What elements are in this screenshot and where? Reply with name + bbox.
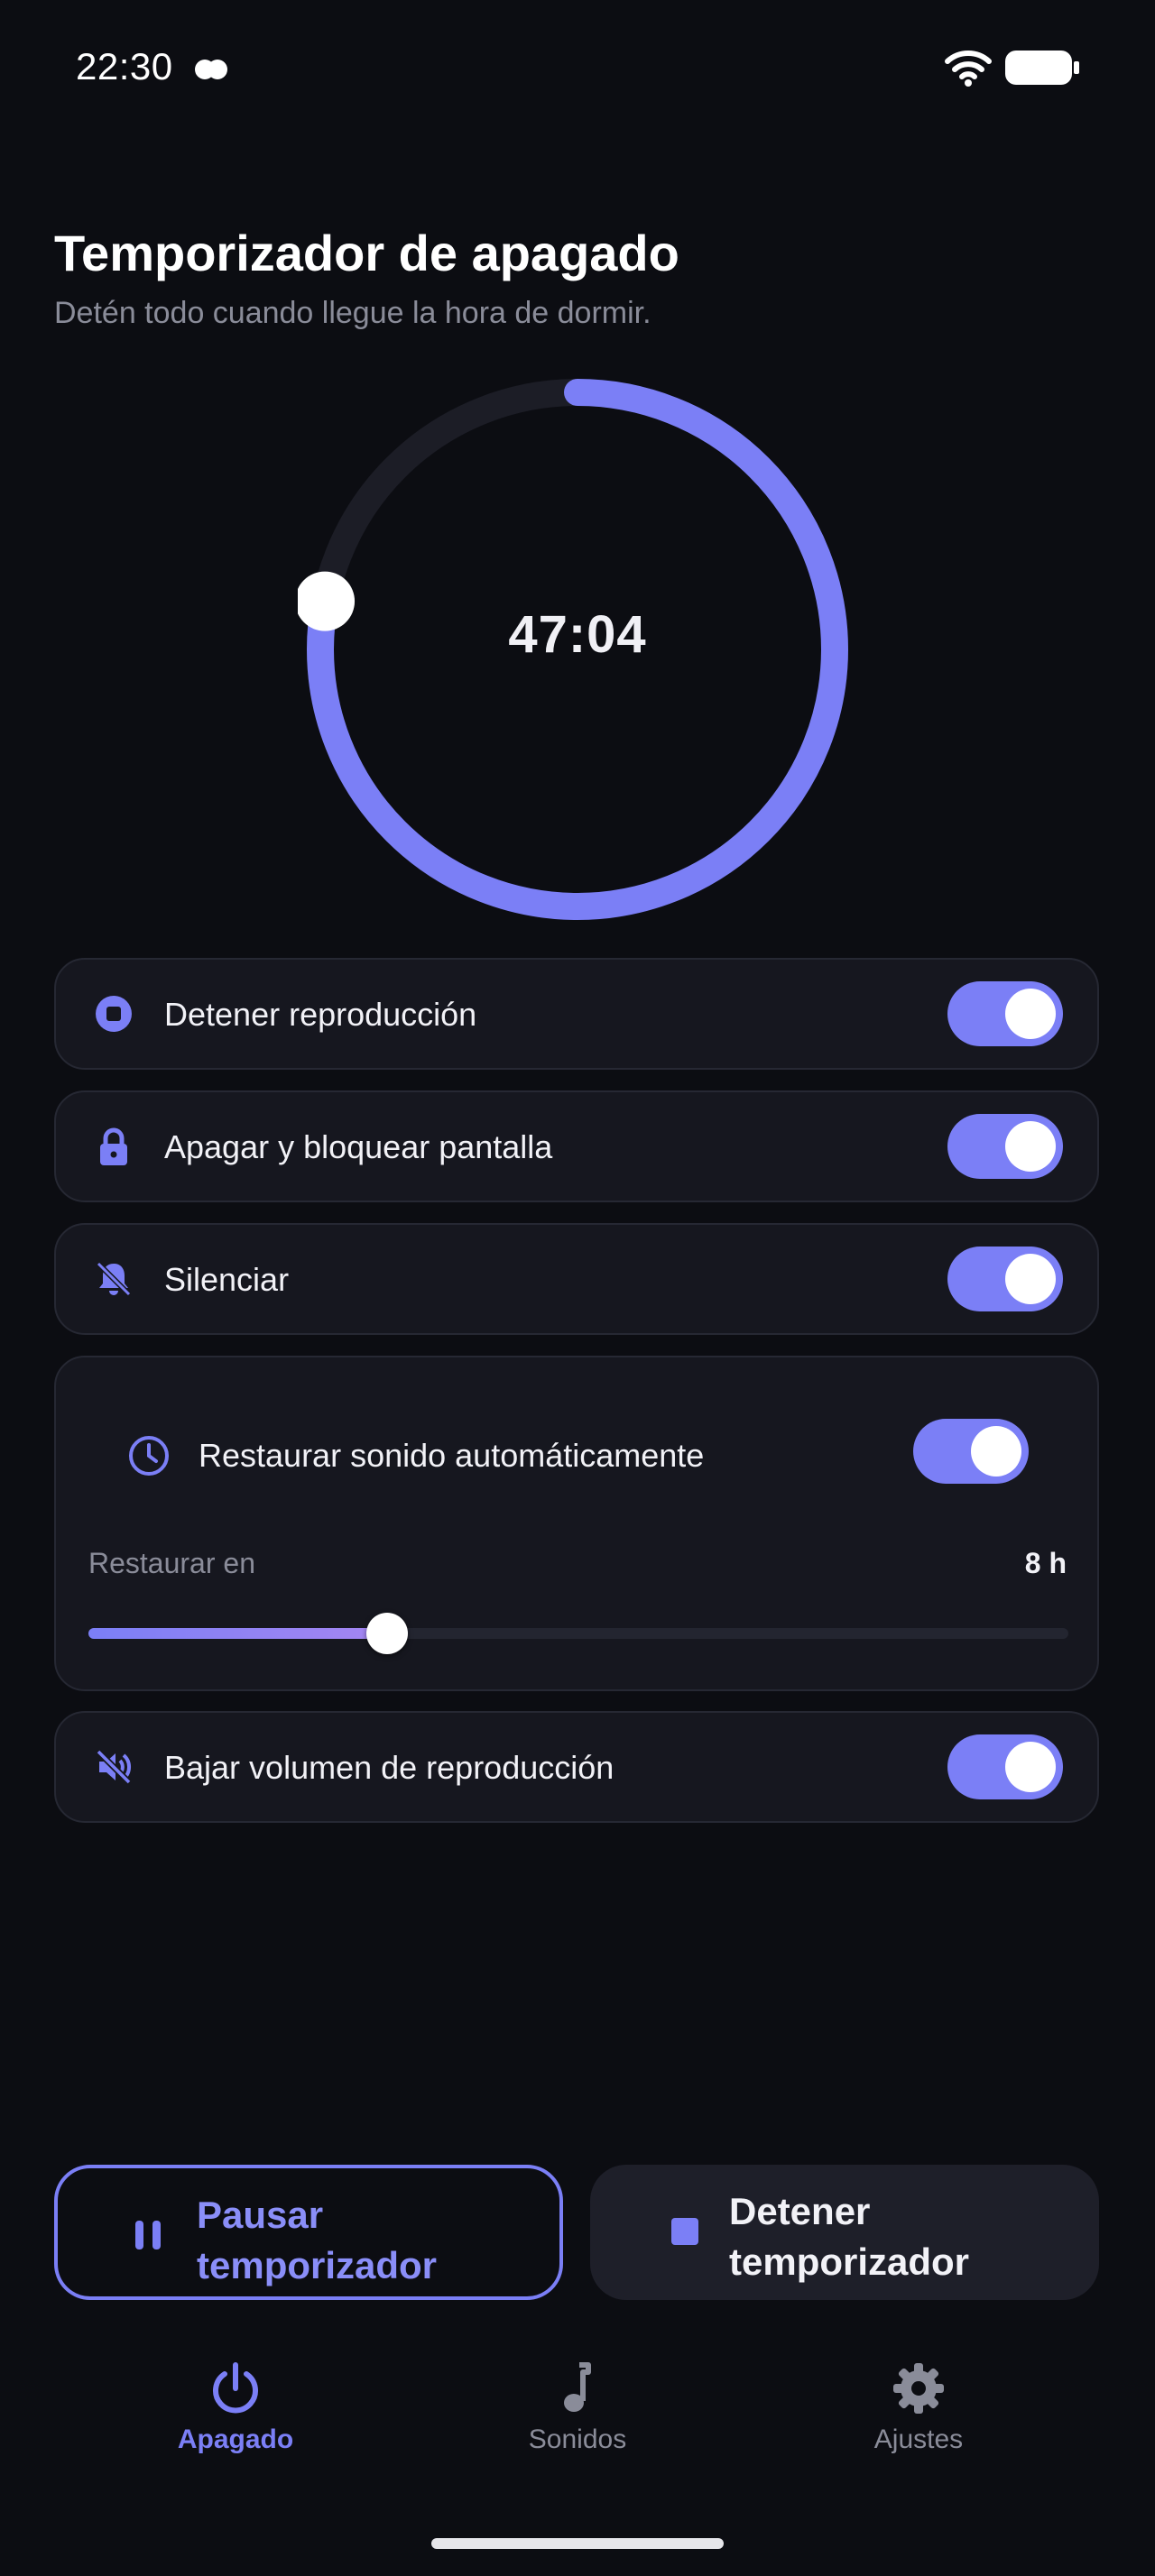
nav-item-apagado[interactable]: Apagado [127,2360,344,2468]
timer-remaining: 47:04 [508,605,647,664]
page-subtitle: Detén todo cuando llegue la hora de dorm… [54,296,651,330]
nav-label: Sonidos [528,2424,627,2454]
power-icon [213,2362,258,2414]
nav-label: Ajustes [873,2424,964,2454]
toggle-knob [971,1426,1021,1477]
battery-icon [1005,51,1079,85]
lock-icon [100,1127,127,1165]
restore-in-value: 8 h [1024,1547,1067,1579]
nav-label: Apagado [177,2424,294,2454]
bell-off-icon [96,1261,132,1297]
volume-off-icon [96,1749,132,1785]
status-bar: 22:30 [0,0,1155,135]
toggle-knob [1005,1121,1056,1172]
stop-circle-icon [96,996,132,1032]
toggle-knob [1005,989,1056,1039]
pause-timer-label: Pausar temporizador [197,2194,438,2286]
pause-icon [135,2221,161,2249]
pause-timer-button[interactable]: Pausar temporizador [54,2165,563,2300]
lock-screen-toggle[interactable] [947,1114,1063,1179]
slider-fill [88,1628,388,1639]
option-label: Apagar y bloquear pantalla [164,1128,553,1165]
slider-thumb[interactable] [366,1613,409,1654]
status-time: 22:30 [76,45,173,87]
toggle-knob [1005,1742,1056,1792]
stop-playback-toggle[interactable] [947,981,1063,1046]
silence-toggle[interactable] [947,1247,1063,1311]
page-title: Temporizador de apagado [54,225,679,281]
option-stop-playback[interactable]: Detener reproducción [54,958,1099,1070]
gear-icon [893,2363,944,2414]
restore-slider[interactable] [88,1613,1068,1654]
option-auto-restore: Restaurar sonido automáticamente Restaur… [54,1356,1099,1691]
notification-dots-icon [195,60,227,79]
option-label: Silenciar [164,1261,290,1298]
toggle-knob [1005,1254,1056,1304]
music-note-icon [564,2362,591,2412]
nav-item-sonidos[interactable]: Sonidos [469,2360,686,2468]
wifi-icon [945,51,992,87]
option-silence[interactable]: Silenciar [54,1223,1099,1335]
restore-in-label: Restaurar en [88,1547,255,1579]
stop-timer-label: Detener temporizador [729,2190,970,2283]
option-label: Detener reproducción [164,996,477,1033]
auto-restore-label: Restaurar sonido automáticamente [199,1437,705,1474]
auto-restore-toggle[interactable] [913,1419,1029,1484]
lower-volume-toggle[interactable] [947,1734,1063,1799]
option-lock-screen[interactable]: Apagar y bloquear pantalla [54,1090,1099,1202]
clock-icon [129,1436,169,1476]
stop-timer-button[interactable]: Detener temporizador [590,2165,1099,2300]
option-label: Bajar volumen de reproducción [164,1749,614,1786]
stop-icon [671,2218,698,2245]
option-lower-volume[interactable]: Bajar volumen de reproducción [54,1711,1099,1823]
home-indicator [431,2538,724,2549]
nav-item-ajustes[interactable]: Ajustes [810,2360,1027,2468]
